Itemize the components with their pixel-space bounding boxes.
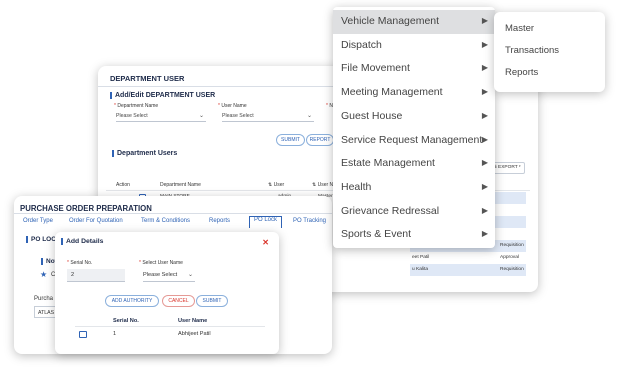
chevron-right-icon: ▶ — [481, 63, 488, 73]
serial-no-label: * Serial No. — [67, 260, 93, 266]
add-edit-section-title: Add/Edit DEPARTMENT USER — [110, 92, 215, 99]
menu-item-grievance-redressal[interactable]: Grievance Redressal ▶ — [333, 200, 495, 224]
tab-po-lock[interactable]: PO Lock — [249, 216, 283, 228]
row-serial-no: 1 — [113, 331, 117, 337]
submit-button[interactable]: SUBMIT — [196, 295, 228, 307]
chevron-right-icon: ▶ — [481, 205, 488, 215]
tab-order-type[interactable]: Order Type — [23, 218, 53, 224]
purchase-order-title: PURCHASE ORDER PREPARATION — [14, 196, 332, 214]
select-user-name-label: * Select User Name — [139, 260, 183, 266]
menu-item-service-request-management[interactable]: Service Request Management ▶ — [333, 129, 495, 153]
screenshot-stage: DEPARTMENT USER Add/Edit DEPARTMENT USER… — [0, 0, 637, 368]
chevron-right-icon: ▶ — [481, 110, 488, 120]
module-menu: Vehicle Management ▶ Dispatch ▶ File Movem… — [333, 7, 495, 248]
chevron-right-icon: ▶ — [481, 229, 488, 239]
add-authority-button[interactable]: ADD AUTHORITY — [105, 295, 159, 307]
chevron-down-icon: ⌄ — [187, 272, 193, 278]
serial-no-input[interactable]: 2 — [67, 269, 125, 282]
menu-item-dispatch[interactable]: Dispatch ▶ — [333, 34, 495, 58]
purchase-label: Purcha — [34, 296, 54, 302]
po-lock-section-title: PO LOC — [26, 236, 56, 243]
chevron-right-icon: ▶ — [481, 181, 488, 191]
column-header-user-name[interactable]: ⇅ User N — [312, 182, 333, 188]
export-button[interactable]: ⭳ EXPORT ▾ — [491, 162, 525, 174]
menu-item-estate-management[interactable]: Estate Management ▶ — [333, 152, 495, 176]
chevron-right-icon: ▶ — [481, 134, 488, 144]
submenu-item-transactions[interactable]: Transactions — [505, 45, 559, 56]
menu-item-file-movement[interactable]: File Movement ▶ — [333, 57, 495, 81]
third-field-label: * N — [326, 103, 333, 109]
menu-item-sports-event[interactable]: Sports & Event ▶ — [333, 223, 495, 247]
menu-item-vehicle-management[interactable]: Vehicle Management ▶ — [333, 10, 495, 34]
table-row: 1 Abhijeet Patil — [75, 327, 265, 340]
vehicle-management-submenu: Master Transactions Reports — [494, 12, 605, 92]
chevron-down-icon: ⌄ — [306, 113, 312, 119]
chevron-right-icon: ▶ — [481, 87, 488, 97]
menu-item-meeting-management[interactable]: Meeting Management ▶ — [333, 81, 495, 105]
submenu-item-reports[interactable]: Reports — [505, 67, 538, 78]
department-name-select[interactable]: Please Select ⌄ — [116, 111, 206, 122]
department-name-label: * Department Name — [114, 103, 159, 109]
column-header-serial-no: Serial No. — [113, 318, 139, 324]
row-user-name: u Kalita — [412, 267, 428, 272]
tab-order-for-quotation[interactable]: Order For Quotation — [69, 218, 123, 224]
chevron-right-icon: ▶ — [481, 39, 488, 49]
select-user-name-dropdown[interactable]: Please Select ⌄ — [143, 269, 195, 282]
report-button[interactable]: REPORT — [306, 134, 334, 146]
tab-po-tracking[interactable]: PO Tracking — [293, 218, 326, 224]
submit-button[interactable]: SUBMIT — [276, 134, 305, 146]
chevron-down-icon: ⌄ — [198, 113, 204, 119]
tab-reports[interactable]: Reports — [209, 218, 230, 224]
menu-item-health[interactable]: Health ▶ — [333, 176, 495, 200]
table-row: u Kalita Requisition — [410, 264, 526, 276]
menu-item-guest-house[interactable]: Guest House ▶ — [333, 105, 495, 129]
close-icon[interactable]: ✕ — [262, 238, 269, 247]
column-header-department-name: Department Name — [160, 182, 201, 188]
add-details-title: Add Details — [61, 238, 103, 245]
column-header-user[interactable]: ⇅ User — [268, 182, 284, 188]
add-details-modal: Add Details ✕ * Serial No. 2 * Select Us… — [55, 232, 279, 354]
row-role: Requisition — [500, 267, 524, 272]
table-row: eet Patil Approval — [410, 252, 526, 264]
tab-term-conditions[interactable]: Term & Conditions — [141, 218, 190, 224]
row-user-name: Abhijeet Patil — [178, 331, 211, 337]
authority-table-header: Serial No. User Name — [75, 314, 265, 327]
column-header-user-name: User Name — [178, 318, 208, 324]
row-role: Requisition — [500, 243, 524, 248]
submenu-item-master[interactable]: Master — [505, 23, 534, 34]
user-name-label: * User Name — [218, 103, 247, 109]
column-header-action: Action — [116, 182, 130, 188]
row-role: Approval — [500, 255, 519, 260]
department-users-section-title: Department Users — [112, 150, 177, 157]
row-user-name: eet Patil — [412, 255, 430, 260]
user-name-select[interactable]: Please Select ⌄ — [222, 111, 314, 122]
star-icon: ★ — [40, 270, 48, 279]
edit-icon[interactable] — [79, 331, 87, 338]
chevron-right-icon: ▶ — [481, 158, 488, 168]
chevron-right-icon: ▶ — [481, 16, 488, 25]
cancel-button[interactable]: CANCEL — [162, 295, 195, 307]
